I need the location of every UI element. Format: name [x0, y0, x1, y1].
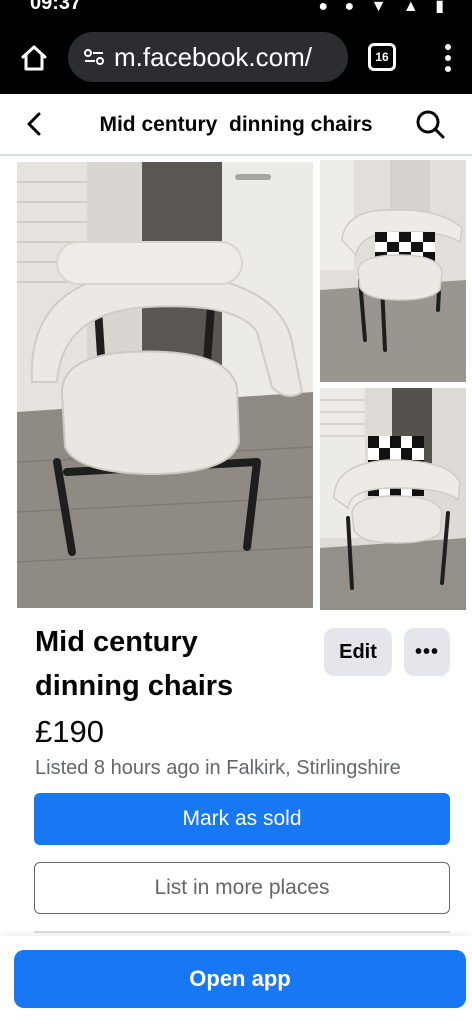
edit-button[interactable]: Edit	[324, 628, 392, 676]
open-app-banner: Open app	[0, 936, 472, 1024]
more-options-button[interactable]: •••	[404, 628, 450, 676]
home-icon[interactable]	[14, 38, 54, 78]
status-bar: 09:37 ● ● ▼ ▲ ▮	[0, 0, 472, 22]
list-in-more-places-button[interactable]: List in more places	[34, 862, 450, 914]
open-app-button[interactable]: Open app	[14, 950, 466, 1008]
status-time: 09:37	[30, 0, 82, 14]
url-bar[interactable]: m.facebook.com/	[68, 32, 348, 82]
tabs-icon[interactable]: 16	[368, 43, 396, 71]
back-arrow-icon[interactable]	[18, 108, 50, 140]
mark-as-sold-button[interactable]: Mark as sold	[34, 793, 450, 845]
page-title: Mid century dinning chairs	[99, 113, 373, 136]
page-header: Mid century dinning chairs	[0, 94, 472, 156]
divider	[34, 931, 450, 933]
listing-photo-secondary[interactable]	[320, 160, 466, 382]
status-icons: ● ● ▼ ▲ ▮	[318, 0, 450, 15]
listing-meta: Listed 8 hours ago in Falkirk, Stirlings…	[35, 757, 401, 779]
listing-price: £190	[35, 714, 104, 749]
site-settings-icon[interactable]	[80, 48, 108, 66]
tab-count: 16	[375, 50, 389, 64]
browser-toolbar: m.facebook.com/ 16	[0, 22, 472, 94]
listing-photo-tertiary[interactable]	[320, 388, 466, 610]
listing-title: Mid century dinning chairs	[35, 626, 234, 702]
more-vertical-icon[interactable]	[438, 40, 458, 76]
url-text: m.facebook.com/	[114, 41, 312, 72]
search-icon[interactable]	[412, 106, 448, 142]
listing-photo-main[interactable]	[17, 162, 313, 608]
